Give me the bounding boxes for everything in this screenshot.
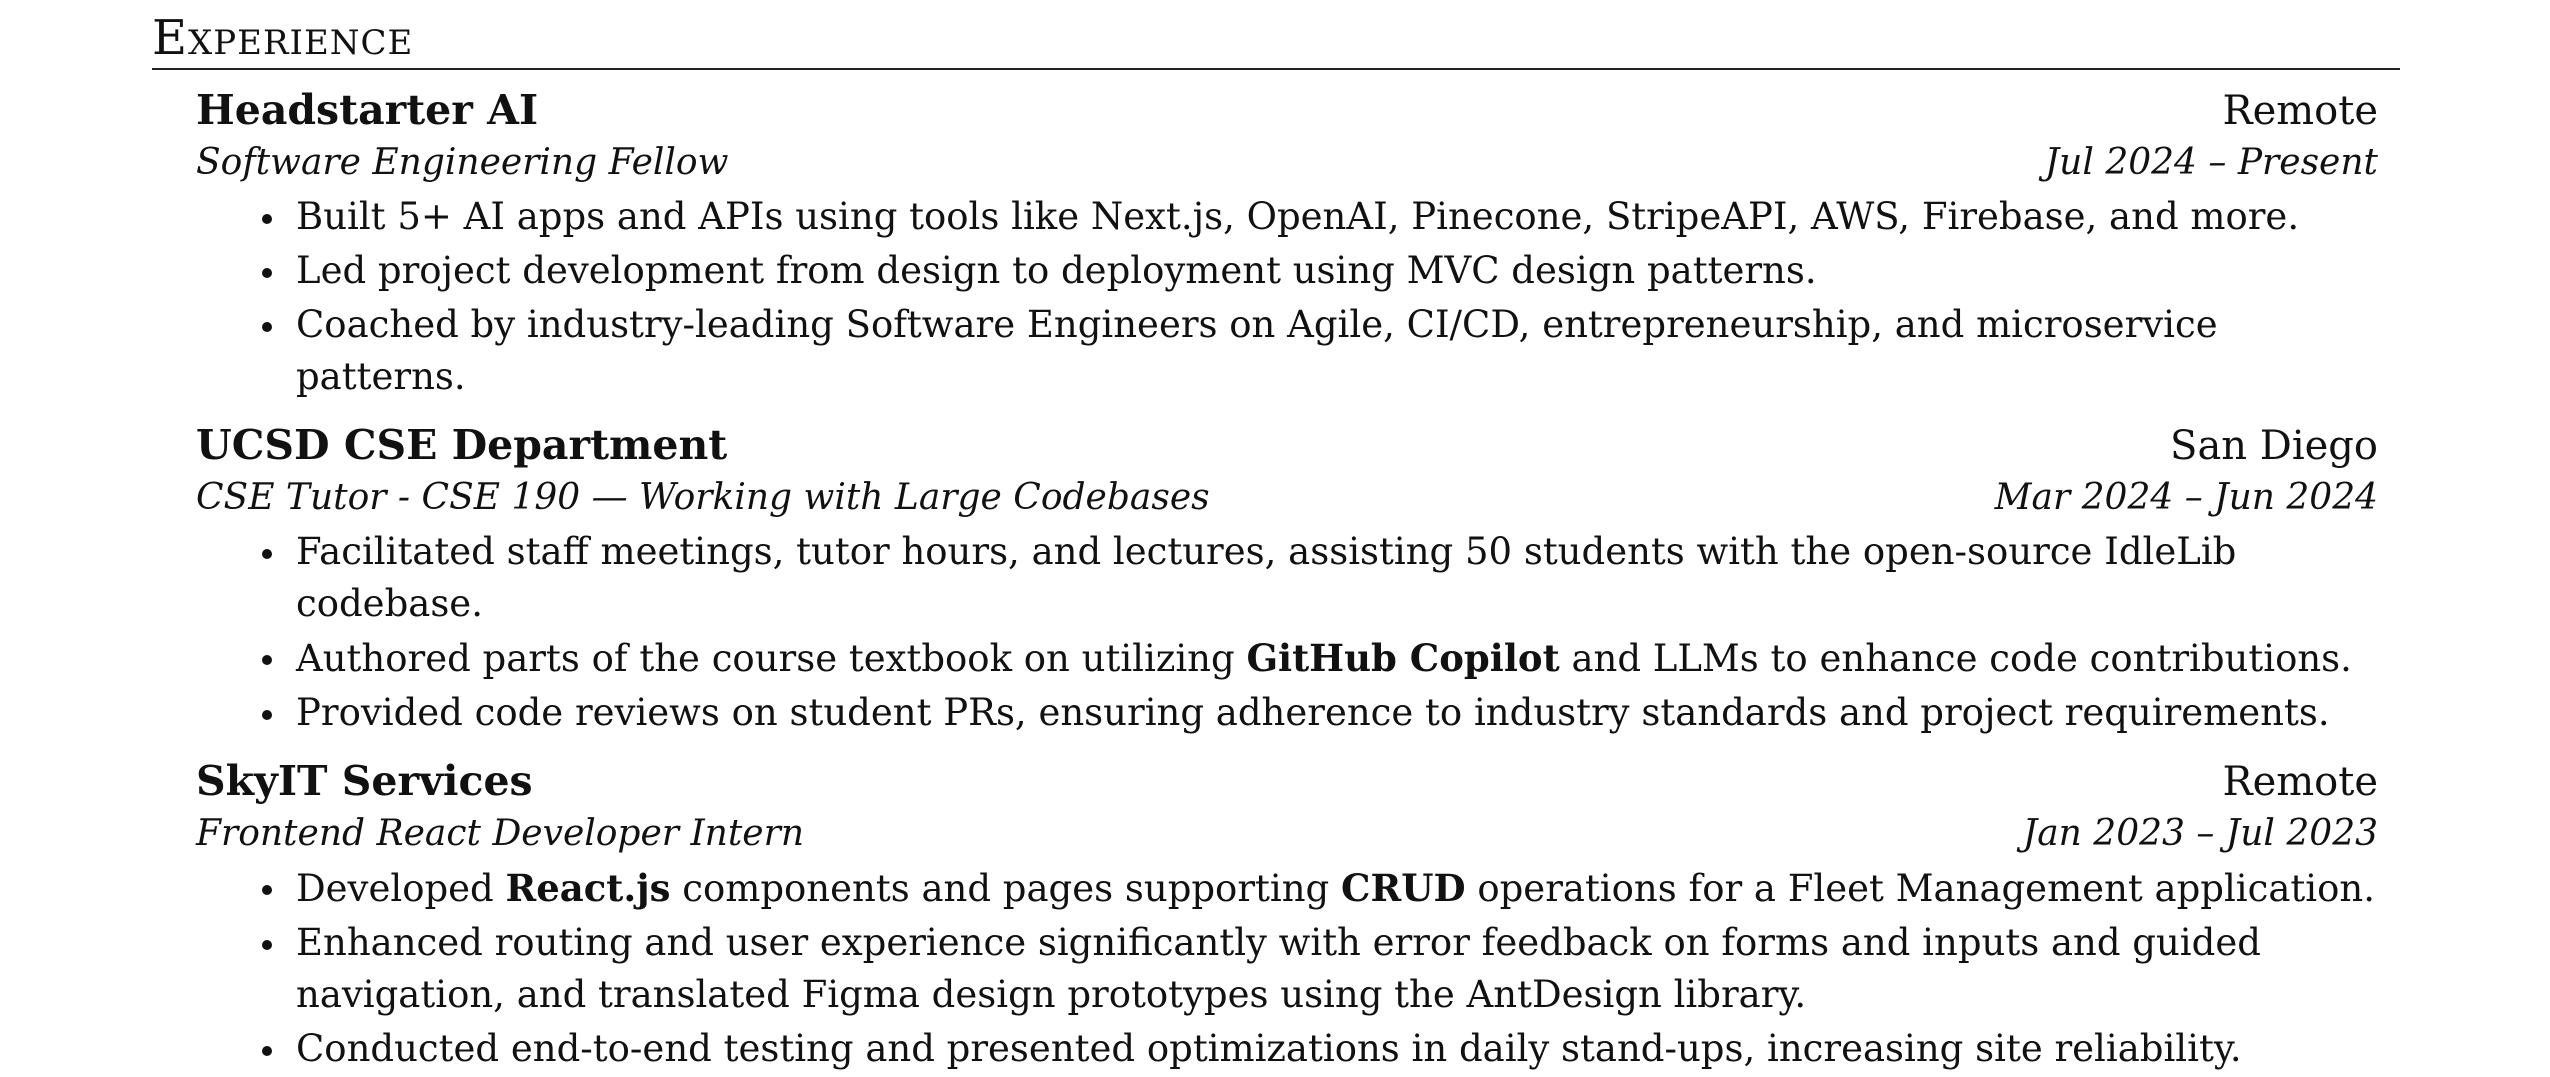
job-dates: Jul 2024 – Present	[2044, 142, 2378, 183]
resume-page: Experience Headstarter AI Remote Softwar…	[152, 0, 2400, 1077]
bullet-keyword: GitHub Copilot	[1246, 636, 1560, 680]
experience-entry: SkyIT Services Remote Frontend React Dev…	[196, 755, 2378, 1075]
bullet-text: Developed	[296, 867, 506, 910]
section-header: Experience	[152, 8, 2400, 70]
job-location: Remote	[2222, 88, 2378, 134]
entry-header-row: Headstarter AI Remote	[196, 84, 2378, 137]
bullet-text: Authored parts of the course textbook on…	[296, 637, 1247, 680]
company-name: Headstarter AI	[196, 86, 539, 134]
job-role: CSE Tutor - CSE 190 — Working with Large…	[196, 477, 1210, 518]
bullet-item: Provided code reviews on student PRs, en…	[262, 687, 2378, 739]
bullet-text: operations for a Fleet Management applic…	[1465, 867, 2375, 910]
bullet-text: components and pages supporting	[670, 867, 1342, 910]
bullet-keyword: CRUD	[1341, 866, 1466, 910]
experience-entry: Headstarter AI Remote Software Engineeri…	[196, 84, 2378, 403]
job-location: San Diego	[2170, 423, 2378, 469]
section-title: Experience	[152, 10, 414, 66]
company-name: SkyIT Services	[196, 757, 533, 805]
entry-subheader-row: CSE Tutor - CSE 190 — Working with Large…	[196, 472, 2378, 524]
bullet-keyword: React.js	[505, 866, 671, 910]
bullet-item: Coached by industry-leading Software Eng…	[262, 299, 2378, 403]
bullet-item: Conducted end-to-end testing and present…	[262, 1023, 2378, 1075]
bullet-item: Built 5+ AI apps and APIs using tools li…	[262, 191, 2378, 243]
bullet-list: Developed React.js components and pages …	[196, 862, 2378, 1075]
bullet-list: Facilitated staff meetings, tutor hours,…	[196, 526, 2378, 739]
job-dates: Mar 2024 – Jun 2024	[1994, 477, 2378, 518]
bullet-list: Built 5+ AI apps and APIs using tools li…	[196, 191, 2378, 403]
job-dates: Jan 2023 – Jul 2023	[2022, 813, 2378, 854]
bullet-item: Facilitated staff meetings, tutor hours,…	[262, 526, 2378, 630]
job-role: Frontend React Developer Intern	[196, 813, 805, 854]
entry-subheader-row: Software Engineering Fellow Jul 2024 – P…	[196, 137, 2378, 189]
experience-list: Headstarter AI Remote Software Engineeri…	[196, 84, 2378, 1075]
job-location: Remote	[2222, 759, 2378, 805]
bullet-text: and LLMs to enhance code contributions.	[1559, 637, 2352, 680]
bullet-item: Developed React.js components and pages …	[262, 862, 2378, 915]
entry-header-row: SkyIT Services Remote	[196, 755, 2378, 808]
entry-header-row: UCSD CSE Department San Diego	[196, 419, 2378, 472]
experience-entry: UCSD CSE Department San Diego CSE Tutor …	[196, 419, 2378, 739]
entry-subheader-row: Frontend React Developer Intern Jan 2023…	[196, 808, 2378, 860]
job-role: Software Engineering Fellow	[196, 142, 729, 183]
bullet-item: Enhanced routing and user experience sig…	[262, 917, 2378, 1021]
company-name: UCSD CSE Department	[196, 421, 728, 469]
bullet-item: Led project development from design to d…	[262, 245, 2378, 297]
bullet-item: Authored parts of the course textbook on…	[262, 632, 2378, 685]
